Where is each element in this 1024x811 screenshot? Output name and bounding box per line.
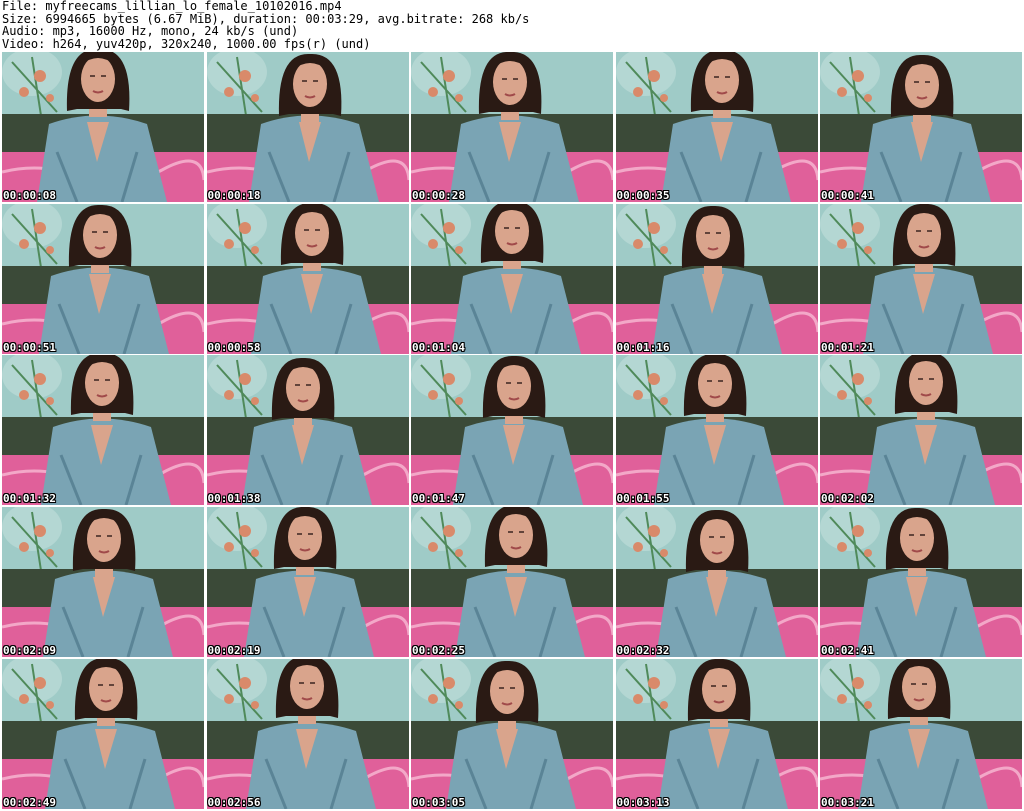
thumbnail-frame: 00:01:55 (615, 355, 818, 506)
thumbnail-frame: 00:03:13 (615, 658, 818, 809)
file-name-line: File: myfreecams_lillian_lo_female_10102… (2, 0, 342, 13)
thumbnail-timestamp: 00:01:38 (207, 492, 261, 506)
video-frame-image (615, 355, 818, 506)
video-frame-image (820, 507, 1022, 658)
thumbnail-timestamp: 00:02:41 (821, 644, 874, 658)
thumbnail-timestamp: 00:03:05 (412, 795, 465, 809)
thumbnail-frame: 00:02:49 (2, 658, 204, 809)
thumbnail-frame: 00:02:32 (615, 507, 818, 658)
thumbnail-timestamp: 00:00:28 (412, 189, 465, 202)
thumbnail-grid: 00:00:08 00:00:18 00:00:28 00:00:35 00:00:41… (2, 52, 1022, 809)
thumbnail-frame: 00:02:02 (820, 355, 1022, 506)
thumbnail-timestamp: 00:03:21 (821, 795, 874, 809)
video-frame-image (2, 203, 204, 354)
thumbnail-timestamp: 00:00:41 (821, 189, 874, 202)
video-info-line: Video: h264, yuv420p, 320x240, 1000.00 f… (2, 36, 371, 51)
video-frame-image (820, 52, 1022, 202)
video-frame-image (615, 203, 818, 354)
thumbnail-frame: 00:00:28 (411, 52, 613, 202)
thumbnail-frame: 00:00:18 (206, 52, 409, 202)
video-frame-image (206, 203, 409, 354)
thumbnail-timestamp: 00:01:21 (821, 340, 874, 354)
video-frame-image (820, 658, 1022, 809)
thumbnail-timestamp: 00:02:25 (412, 644, 465, 658)
video-frame-image (615, 52, 818, 202)
thumbnail-timestamp: 00:02:19 (207, 644, 261, 658)
thumbnail-frame: 00:01:38 (206, 355, 409, 506)
video-frame-image (411, 507, 613, 658)
video-frame-image (206, 658, 409, 809)
video-frame-image (2, 52, 204, 202)
thumbnail-timestamp: 00:02:49 (3, 795, 56, 809)
video-frame-image (411, 658, 613, 809)
video-frame-image (615, 658, 818, 809)
thumbnail-frame: 00:01:04 (411, 203, 613, 354)
video-frame-image (820, 203, 1022, 354)
video-frame-image (2, 355, 204, 506)
thumbnail-timestamp: 00:02:56 (207, 795, 261, 809)
thumbnail-frame: 00:00:08 (2, 52, 204, 202)
video-frame-image (206, 507, 409, 658)
thumbnail-frame: 00:00:35 (615, 52, 818, 202)
thumbnail-timestamp: 00:01:16 (616, 340, 670, 354)
video-frame-image (206, 355, 409, 506)
video-frame-image (206, 52, 409, 202)
thumbnail-timestamp: 00:03:13 (616, 795, 670, 809)
thumbnail-timestamp: 00:00:51 (3, 340, 56, 354)
thumbnail-frame: 00:03:05 (411, 658, 613, 809)
thumbnail-timestamp: 00:02:02 (821, 492, 874, 506)
video-frame-image (2, 507, 204, 658)
thumbnail-frame: 00:02:09 (2, 507, 204, 658)
thumbnail-timestamp: 00:01:04 (412, 340, 465, 354)
thumbnail-frame: 00:00:41 (820, 52, 1022, 202)
audio-info-line: Audio: mp3, 16000 Hz, mono, 24 kb/s (und… (2, 24, 299, 38)
thumbnail-timestamp: 00:00:35 (616, 189, 670, 202)
video-frame-image (615, 507, 818, 658)
thumbnail-frame: 00:01:16 (615, 203, 818, 354)
thumbnail-frame: 00:00:51 (2, 203, 204, 354)
thumbnail-timestamp: 00:01:32 (3, 492, 56, 506)
thumbnail-frame: 00:01:21 (820, 203, 1022, 354)
thumbnail-frame: 00:03:21 (820, 658, 1022, 809)
contact-sheet: File: myfreecams_lillian_lo_female_10102… (0, 0, 1024, 811)
thumbnail-frame: 00:02:19 (206, 507, 409, 658)
thumbnail-frame: 00:02:41 (820, 507, 1022, 658)
thumbnail-timestamp: 00:01:55 (616, 492, 670, 506)
thumbnail-timestamp: 00:00:58 (207, 340, 261, 354)
thumbnail-timestamp: 00:02:09 (3, 644, 56, 658)
video-frame-image (820, 355, 1022, 506)
video-frame-image (411, 203, 613, 354)
thumbnail-frame: 00:01:32 (2, 355, 204, 506)
video-frame-image (2, 658, 204, 809)
thumbnail-timestamp: 00:00:18 (207, 189, 261, 202)
video-frame-image (411, 52, 613, 202)
thumbnail-frame: 00:01:47 (411, 355, 613, 506)
thumbnail-frame: 00:02:56 (206, 658, 409, 809)
thumbnail-frame: 00:00:58 (206, 203, 409, 354)
thumbnail-timestamp: 00:01:47 (412, 492, 465, 506)
thumbnail-frame: 00:02:25 (411, 507, 613, 658)
video-frame-image (411, 355, 613, 506)
thumbnail-timestamp: 00:02:32 (616, 644, 670, 658)
video-info-header: File: myfreecams_lillian_lo_female_10102… (2, 0, 1022, 52)
thumbnail-timestamp: 00:00:08 (3, 189, 56, 202)
